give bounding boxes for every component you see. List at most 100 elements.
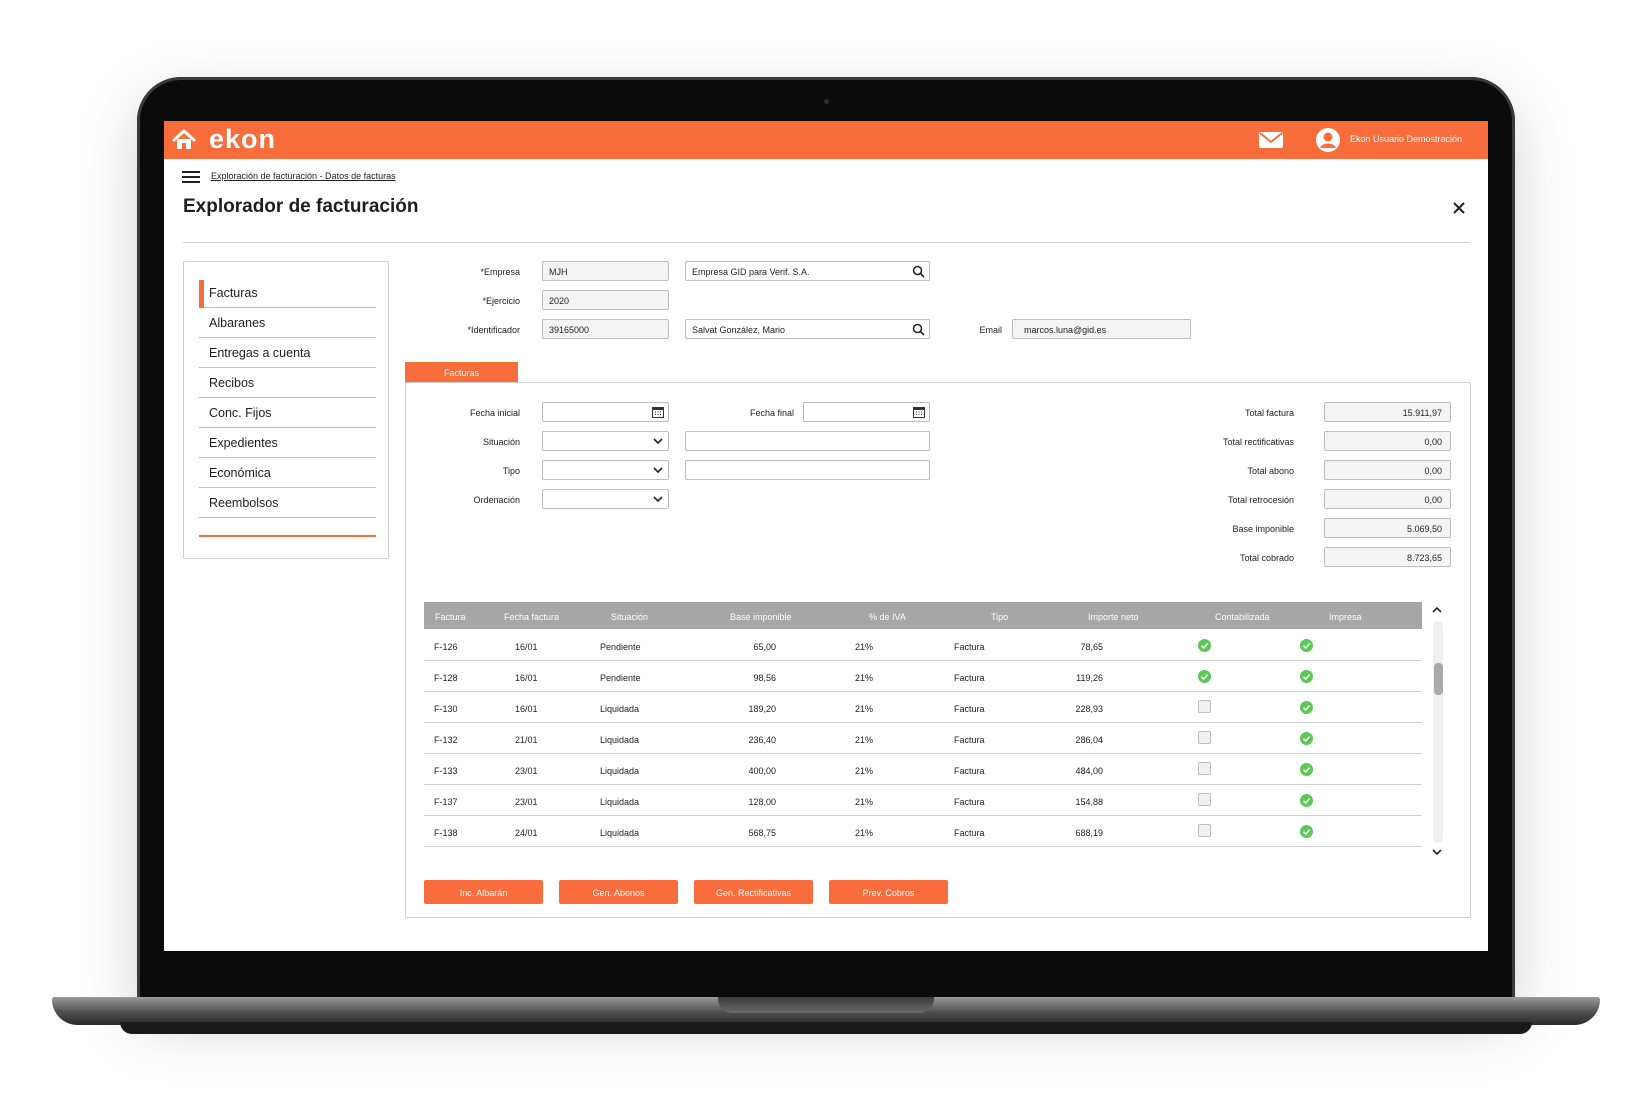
- cell-iva: 21%: [855, 642, 874, 652]
- cell-base: 568,75: [748, 828, 776, 838]
- total-retrocesion-label: Total retrocesión: [1227, 495, 1294, 505]
- cell-factura: F-128: [434, 673, 458, 683]
- cell-neto: 688,19: [1075, 828, 1103, 838]
- check-circle-icon: [1300, 794, 1313, 807]
- empty-checkbox-icon[interactable]: [1198, 824, 1211, 837]
- cell-tipo: Factura: [954, 704, 985, 714]
- situacion-description-field[interactable]: [685, 431, 930, 451]
- fecha-inicial-input[interactable]: [542, 402, 669, 422]
- scroll-down-icon[interactable]: [1431, 847, 1443, 857]
- sidebar-nav: Facturas Albaranes Entregas a cuenta Rec…: [183, 261, 389, 559]
- identificador-label: *Identificador: [467, 325, 520, 335]
- table-row[interactable]: F-130 16/01 Liquidada 189,20 21% Factura 228,9…: [424, 691, 1422, 723]
- empresa-name-field[interactable]: Empresa GID para Verif. S.A.: [685, 261, 930, 281]
- table-row[interactable]: F-128 16/01 Pendiente 98,56 21% Factura 119,26: [424, 660, 1422, 692]
- gen-abonos-button[interactable]: Gen. Abonos: [559, 880, 678, 904]
- col-base-imponible[interactable]: Base imponible: [730, 612, 792, 622]
- table-row[interactable]: F-132 21/01 Liquidada 236,40 21% Factura 286,0…: [424, 722, 1422, 754]
- empresa-code-field[interactable]: MJH: [542, 261, 669, 281]
- empty-checkbox-icon[interactable]: [1198, 793, 1211, 806]
- invoice-table-header: Factura Fecha factura Situación Base imp…: [424, 602, 1422, 629]
- col-tipo[interactable]: Tipo: [991, 612, 1008, 622]
- col-situacion[interactable]: Situación: [611, 612, 648, 622]
- cell-base: 400,00: [748, 766, 776, 776]
- check-circle-icon: [1300, 763, 1313, 776]
- cell-fecha: 23/01: [515, 766, 538, 776]
- empty-checkbox-icon[interactable]: [1198, 700, 1211, 713]
- sidebar-item-label: Albaranes: [209, 316, 266, 330]
- situacion-select[interactable]: [542, 431, 669, 451]
- cell-situacion: Liquidada: [600, 797, 640, 807]
- table-row[interactable]: F-133 23/01 Liquidada 400,00 21% Factura 484,0…: [424, 753, 1422, 785]
- cell-iva: 21%: [855, 797, 874, 807]
- cell-neto: 228,93: [1075, 704, 1103, 714]
- sidebar-item-facturas[interactable]: Facturas: [199, 278, 376, 308]
- top-bar: ekon Ekon Usuario Demostración: [164, 121, 1488, 159]
- cell-iva: 21%: [855, 704, 874, 714]
- ordenacion-select[interactable]: [542, 489, 669, 509]
- table-scrollbar-thumb[interactable]: [1434, 663, 1443, 695]
- cell-fecha: 21/01: [515, 735, 538, 745]
- user-name[interactable]: Ekon Usuario Demostración: [1350, 134, 1462, 144]
- cell-situacion: Liquidada: [600, 828, 640, 838]
- sidebar-item-expedientes[interactable]: Expedientes: [199, 428, 376, 458]
- tipo-label: Tipo: [502, 466, 520, 476]
- fecha-inicial-label: Fecha inicial: [469, 408, 520, 418]
- inc-albaran-button[interactable]: Inc. Albarán: [424, 880, 543, 904]
- mail-icon[interactable]: [1258, 130, 1284, 150]
- cell-situacion: Liquidada: [600, 735, 640, 745]
- calendar-icon[interactable]: [652, 406, 664, 418]
- table-scrollbar[interactable]: [1433, 621, 1443, 843]
- sidebar-item-recibos[interactable]: Recibos: [199, 368, 376, 398]
- gen-rectificativas-button[interactable]: Gen. Rectificativas: [694, 880, 813, 904]
- cell-base: 189,20: [748, 704, 776, 714]
- page-title: Explorador de facturación: [183, 196, 419, 217]
- cell-neto: 78,65: [1080, 642, 1103, 652]
- hamburger-menu-icon[interactable]: [182, 170, 200, 184]
- cell-fecha: 16/01: [515, 673, 538, 683]
- col-fecha-factura[interactable]: Fecha factura: [504, 612, 559, 622]
- tab-facturas[interactable]: Facturas: [405, 362, 518, 383]
- table-row[interactable]: F-138 24/01 Liquidada 568,75 21% Factura 688,1…: [424, 815, 1422, 847]
- user-avatar-icon[interactable]: [1315, 127, 1341, 153]
- identificador-field[interactable]: 39165000: [542, 319, 669, 339]
- sidebar-item-conc-fijos[interactable]: Conc. Fijos: [199, 398, 376, 428]
- empty-checkbox-icon[interactable]: [1198, 762, 1211, 775]
- col-impresa[interactable]: Impresa: [1329, 612, 1362, 622]
- sidebar-item-entregas[interactable]: Entregas a cuenta: [199, 338, 376, 368]
- ekon-logo[interactable]: ekon: [209, 124, 276, 155]
- chevron-down-icon: [653, 496, 663, 503]
- cell-fecha: 16/01: [515, 642, 538, 652]
- scroll-up-icon[interactable]: [1431, 605, 1443, 615]
- home-icon[interactable]: [172, 129, 196, 151]
- email-field[interactable]: marcos.luna@gid.es: [1012, 319, 1191, 339]
- col-contabilizada[interactable]: Contabilizada: [1215, 612, 1270, 622]
- sidebar-item-reembolsos[interactable]: Reembolsos: [199, 488, 376, 518]
- fecha-final-input[interactable]: [803, 402, 930, 422]
- cell-iva: 21%: [855, 735, 874, 745]
- cell-tipo: Factura: [954, 673, 985, 683]
- table-row[interactable]: F-137 23/01 Liquidada 128,00 21% Factura 154,8…: [424, 784, 1422, 816]
- cell-factura: F-138: [434, 828, 458, 838]
- col-importe-neto[interactable]: Importe neto: [1088, 612, 1139, 622]
- close-icon[interactable]: [1451, 200, 1467, 216]
- sidebar-item-label: Recibos: [209, 376, 255, 390]
- search-icon[interactable]: [912, 265, 925, 278]
- tipo-description-field[interactable]: [685, 460, 930, 480]
- col-factura[interactable]: Factura: [435, 612, 466, 622]
- sidebar-item-albaranes[interactable]: Albaranes: [199, 308, 376, 338]
- cell-neto: 154,88: [1075, 797, 1103, 807]
- ejercicio-field[interactable]: 2020: [542, 290, 669, 310]
- table-row[interactable]: F-126 16/01 Pendiente 65,00 21% Factura 78,65: [424, 629, 1422, 661]
- tipo-select[interactable]: [542, 460, 669, 480]
- sidebar-item-label: Económica: [209, 466, 271, 480]
- calendar-icon[interactable]: [913, 406, 925, 418]
- cell-situacion: Liquidada: [600, 766, 640, 776]
- col-iva[interactable]: % de IVA: [869, 612, 906, 622]
- sidebar-item-economica[interactable]: Económica: [199, 458, 376, 488]
- empty-checkbox-icon[interactable]: [1198, 731, 1211, 744]
- sidebar-item-label: Expedientes: [209, 436, 278, 450]
- breadcrumb[interactable]: Exploración de facturación - Datos de fa…: [211, 171, 396, 181]
- sidebar-item-label: Reembolsos: [209, 496, 279, 510]
- prev-cobros-button[interactable]: Prev. Cobros: [829, 880, 948, 904]
